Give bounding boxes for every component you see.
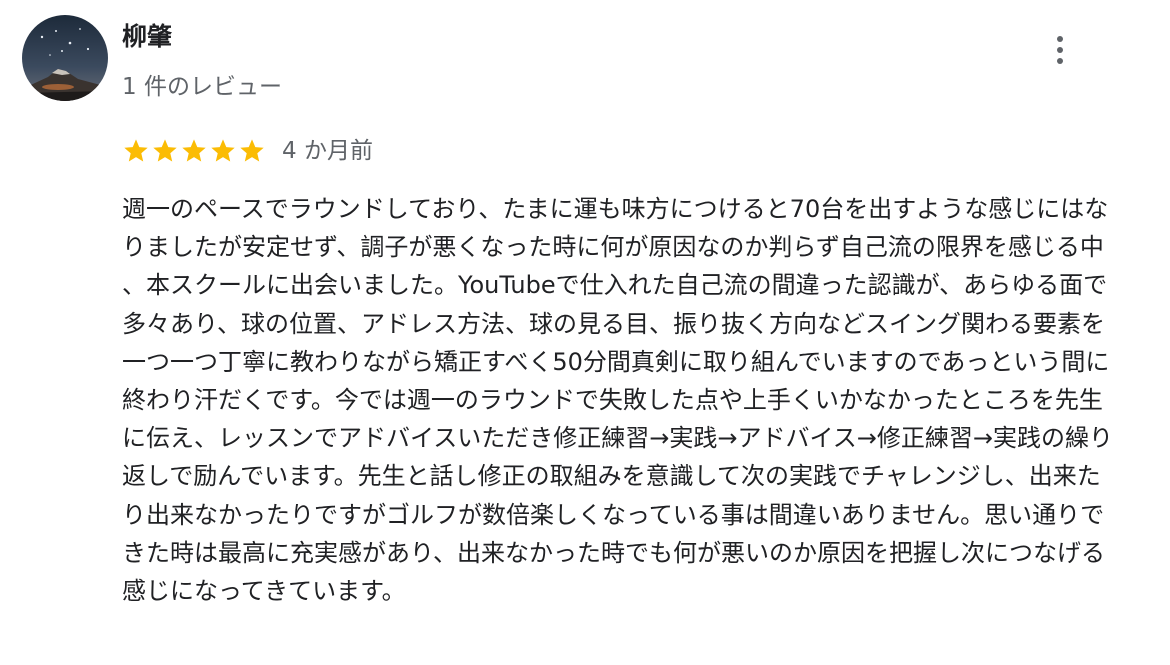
review-text: 週一のペースでラウンドしており、たまに運も味方につけると70台を出すような感じに… — [122, 195, 1113, 606]
more-options-button[interactable] — [1040, 28, 1080, 72]
star-icon — [211, 139, 235, 162]
star-rating — [122, 137, 266, 165]
avatar-night-sky-mountain-image — [22, 15, 108, 101]
reviewer-avatar[interactable] — [22, 15, 108, 101]
review-date: 4 か月前 — [282, 138, 373, 164]
reviewer-name[interactable]: 柳肇 — [122, 20, 172, 54]
star-icon — [153, 139, 177, 162]
rating-row: 4 か月前 — [122, 133, 373, 169]
star-icon — [182, 139, 206, 162]
more-vert-icon — [1057, 36, 1063, 64]
reviewer-review-count: 1 件のレビュー — [122, 74, 282, 100]
star-icon — [240, 139, 264, 162]
star-icon — [124, 139, 148, 162]
